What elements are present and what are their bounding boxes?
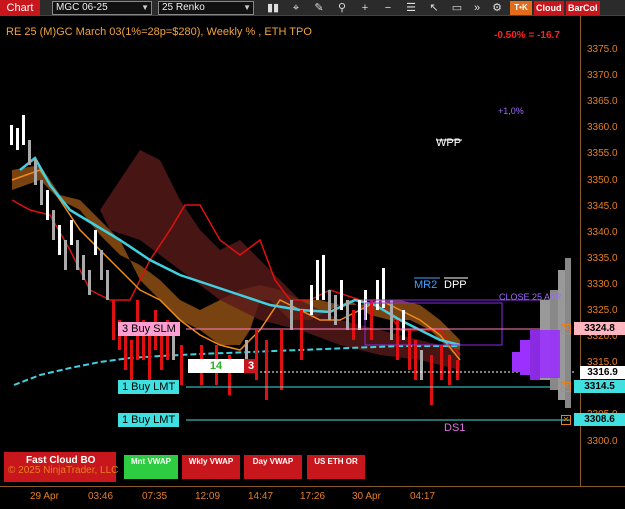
price-label-slm: 3324.8 <box>574 322 625 335</box>
position-qty[interactable]: 14 <box>188 359 244 373</box>
instrument-label: MGC 06-25 <box>56 2 108 13</box>
y-tick: 3335.0 <box>587 252 618 264</box>
minus-icon[interactable]: − <box>379 0 397 16</box>
x-tick: 17:26 <box>300 491 326 502</box>
pnl-readout: -0.50% = -16.7 <box>494 30 560 41</box>
us-eth-or-button[interactable]: US ETH OR <box>307 455 365 479</box>
list-icon[interactable]: ☰ <box>402 0 420 16</box>
price-label-lmt-1: 3314.5 <box>574 380 625 393</box>
buy-lmt-order-2[interactable]: 1 Buy LMT <box>118 413 180 427</box>
ds1-label: DS1 <box>444 422 466 434</box>
mr2-label: MR2 <box>414 279 438 291</box>
tok-button[interactable]: T•K <box>510 1 532 15</box>
toolbar: Chart MGC 06-25 ▼ 25 Renko ▼ ▮▮ ⌖ ✎ ⚲ + … <box>0 0 625 16</box>
fast-cloud-label: Fast Cloud BO <box>26 455 96 466</box>
y-tick: 3345.0 <box>587 200 618 212</box>
pencil-icon[interactable]: ✎ <box>310 0 328 16</box>
chevrons-icon[interactable]: » <box>468 0 486 16</box>
close-order-icon[interactable]: ✕ <box>561 324 571 334</box>
chart-title: RE 25 (M)GC March 03(1%=28p=$280), Weekl… <box>6 26 312 38</box>
y-tick: 3365.0 <box>587 96 618 108</box>
bar-type-selector[interactable]: 25 Renko ▼ <box>158 1 254 15</box>
cursor-icon[interactable]: ↖ <box>425 0 443 16</box>
chat-icon[interactable]: ▭ <box>448 0 466 16</box>
cloud-button[interactable]: Cloud <box>534 1 564 15</box>
y-tick: 3370.0 <box>587 70 618 82</box>
x-tick: 03:46 <box>88 491 114 502</box>
buy-slm-order[interactable]: 3 Buy SLM <box>118 322 180 336</box>
y-tick: 3340.0 <box>587 226 618 238</box>
wpp-label: WPP <box>436 137 462 149</box>
bar-chart-icon[interactable]: ▮▮ <box>264 0 282 16</box>
x-tick: 29 Apr <box>30 491 59 502</box>
x-tick: 07:35 <box>142 491 168 502</box>
pct-annotation: +1,0% <box>498 106 524 116</box>
crosshair-icon[interactable]: ⌖ <box>287 0 305 16</box>
position-ticks: 3 <box>244 359 259 373</box>
x-tick: 14:47 <box>248 491 274 502</box>
buy-lmt-order-1[interactable]: 1 Buy LMT <box>118 380 180 394</box>
price-label-lmt-2: 3308.6 <box>574 413 625 426</box>
instrument-selector[interactable]: MGC 06-25 ▼ <box>52 1 152 15</box>
chart-plot-area[interactable] <box>0 16 580 486</box>
settings-icon[interactable]: ⚙ <box>488 0 506 16</box>
x-tick: 12:09 <box>195 491 221 502</box>
y-tick: 3375.0 <box>587 44 618 55</box>
x-tick: 30 Apr <box>352 491 381 502</box>
y-tick: 3355.0 <box>587 148 618 160</box>
close-atr-label: CLOSE 25 ATR <box>499 292 562 302</box>
dpp-label: DPP <box>444 279 467 291</box>
day-vwap-button[interactable]: Day VWAP <box>244 455 302 479</box>
bar-type-label: 25 Renko <box>162 2 205 13</box>
barcol-button[interactable]: BarCol <box>566 1 600 15</box>
y-tick: 3350.0 <box>587 174 618 186</box>
y-tick: 3330.0 <box>587 278 618 290</box>
copyright: © 2025 NinjaTrader, LLC <box>8 465 119 476</box>
x-tick: 04:17 <box>410 491 436 502</box>
close-order-icon[interactable]: ✕ <box>561 382 571 392</box>
zoom-icon[interactable]: ⚲ <box>333 0 351 16</box>
y-tick: 3300.0 <box>587 435 618 447</box>
chevron-down-icon: ▼ <box>141 3 149 12</box>
mnt-vwap-button[interactable]: Mnt VWAP <box>124 455 178 479</box>
plus-icon[interactable]: + <box>356 0 374 16</box>
y-tick: 3360.0 <box>587 122 618 134</box>
y-tick: 3325.0 <box>587 305 618 316</box>
chevron-down-icon: ▼ <box>243 3 251 12</box>
close-order-icon[interactable]: ✕ <box>561 415 571 425</box>
wkly-vwap-button[interactable]: Wkly VWAP <box>182 455 240 479</box>
price-label-last: 3316.9 <box>580 366 625 379</box>
chart-tab[interactable]: Chart <box>0 0 40 16</box>
